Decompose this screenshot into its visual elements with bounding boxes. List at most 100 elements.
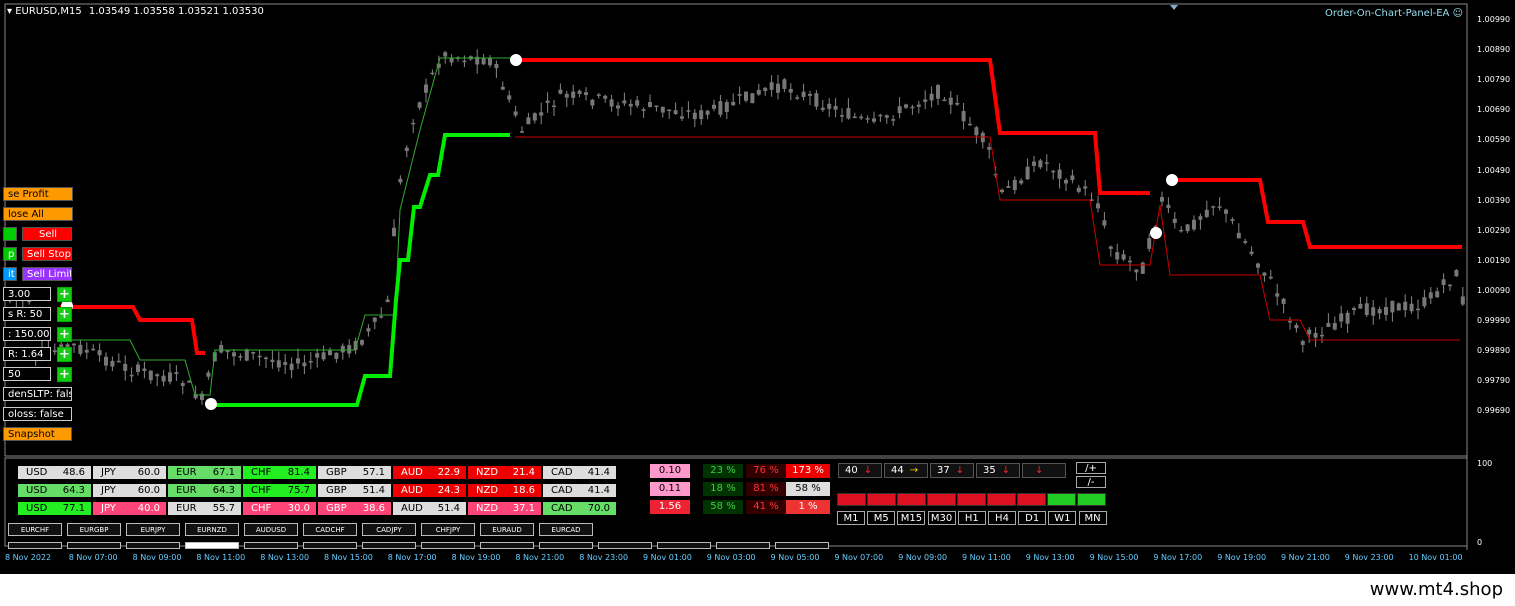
zoom-out-button[interactable]: /-: [1076, 476, 1106, 488]
candle-body: [686, 110, 691, 112]
pair-button[interactable]: EURGBP: [67, 523, 121, 536]
pair-button[interactable]: [185, 542, 239, 549]
sell-limit-button[interactable]: Sell Limit: [22, 267, 72, 281]
pair-button[interactable]: [598, 542, 652, 549]
pair-button[interactable]: CHFJPY: [421, 523, 475, 536]
chevron-down-icon[interactable]: ▾: [7, 6, 12, 17]
pair-button[interactable]: [244, 542, 298, 549]
pair-button[interactable]: [775, 542, 829, 549]
buy-stop-button[interactable]: p: [3, 247, 17, 261]
candle-body: [904, 104, 908, 108]
candle-body: [1281, 298, 1286, 304]
pair-button[interactable]: CADCHF: [303, 523, 357, 536]
timeframe-button-m15[interactable]: M15: [897, 511, 926, 525]
candle-body: [129, 374, 134, 377]
candle-body: [609, 99, 614, 107]
arrow-down-icon: ↓: [863, 465, 873, 476]
candle-body: [283, 362, 288, 365]
pair-button[interactable]: CADJPY: [362, 523, 416, 536]
plus-icon[interactable]: +: [57, 287, 72, 302]
chart-window: ▾ EURUSD,M15 1.03549 1.03558 1.03521 1.0…: [0, 0, 1515, 606]
pair-button[interactable]: [126, 542, 180, 549]
strength-cell: CHF 30.0: [243, 502, 316, 515]
risk-input[interactable]: s R: 50: [3, 307, 51, 321]
lots-input[interactable]: 3.00: [3, 287, 51, 301]
currency-code: AUD: [401, 467, 423, 478]
candle-body: [788, 88, 793, 93]
sell-stop-button[interactable]: Sell Stop: [22, 247, 72, 261]
signal-count-button[interactable]: 44 →: [884, 463, 928, 478]
hidden-sltp-toggle[interactable]: denSLTP: false: [3, 387, 72, 401]
plus-icon[interactable]: +: [57, 367, 72, 382]
candle-body: [916, 104, 921, 107]
close-all-button[interactable]: lose All: [3, 207, 73, 221]
candle-body: [1096, 203, 1100, 209]
candle-body: [1313, 332, 1318, 338]
timeframe-button-w1[interactable]: W1: [1048, 511, 1077, 525]
pair-button[interactable]: [8, 542, 62, 549]
buy-button[interactable]: [3, 227, 17, 241]
pair-button[interactable]: [539, 542, 593, 549]
time-tick-label: 9 Nov 09:00: [898, 553, 948, 562]
breakeven-toggle[interactable]: oloss: false: [3, 407, 72, 421]
time-tick-label: 8 Nov 07:00: [68, 553, 118, 562]
pair-button[interactable]: EURCAD: [539, 523, 593, 536]
pair-button[interactable]: EURNZD: [185, 523, 239, 536]
pair-button[interactable]: [657, 542, 711, 549]
candle-body: [1403, 301, 1408, 311]
sl-input[interactable]: : 150.00: [3, 327, 51, 341]
candle-body: [180, 383, 185, 386]
candle-body: [603, 95, 608, 99]
signal-count-button[interactable]: 35 ↓: [976, 463, 1020, 478]
close-profit-button[interactable]: se Profit: [3, 187, 73, 201]
candle-body: [148, 370, 153, 381]
signal-count-button[interactable]: 37 ↓: [930, 463, 974, 478]
currency-code: GBP: [326, 503, 347, 514]
strength-value: 40.0: [137, 503, 160, 514]
timeframe-button-h1[interactable]: H1: [957, 511, 986, 525]
strength-cell: GBP 57.1: [318, 466, 391, 479]
snapshot-button[interactable]: Snapshot: [3, 427, 72, 441]
pair-button[interactable]: EURCHF: [8, 523, 62, 536]
zoom-in-button[interactable]: /+: [1076, 462, 1106, 474]
candle-body: [846, 108, 851, 119]
candle-body: [1364, 303, 1369, 316]
plus-icon[interactable]: +: [57, 307, 72, 322]
pair-button[interactable]: [303, 542, 357, 549]
timeframe-button-h4[interactable]: H4: [988, 511, 1016, 525]
pair-button[interactable]: AUDUSD: [244, 523, 298, 536]
currency-code: AUD: [401, 485, 423, 496]
pair-button[interactable]: [421, 542, 475, 549]
candle-body: [78, 344, 83, 354]
pair-button[interactable]: [67, 542, 121, 549]
timeframe-button-m30[interactable]: M30: [927, 511, 956, 525]
candle-body: [884, 115, 889, 118]
timeframe-button-d1[interactable]: D1: [1018, 511, 1047, 525]
indicator-tick-label: 100: [1477, 459, 1493, 468]
pair-button[interactable]: EURJPY: [126, 523, 180, 536]
timeframe-button-m5[interactable]: M5: [867, 511, 896, 525]
sell-button[interactable]: Sell: [22, 227, 72, 241]
candle-body: [872, 118, 876, 122]
buy-limit-button[interactable]: it: [3, 267, 17, 281]
rr-input[interactable]: R: 1.64: [3, 347, 51, 361]
timeframe-button-m1[interactable]: M1: [837, 511, 865, 525]
strength-cell: NZD 21.4: [468, 466, 541, 479]
pair-button[interactable]: [362, 542, 416, 549]
candle-body: [526, 117, 531, 125]
signal-count-button[interactable]: ↓: [1022, 463, 1066, 478]
timeframe-button-mn[interactable]: MN: [1078, 511, 1107, 525]
candle-body: [929, 93, 934, 101]
tp-input[interactable]: 50: [3, 367, 51, 381]
pair-button[interactable]: [480, 542, 534, 549]
strength-value: 41.4: [587, 485, 610, 496]
candle-body: [481, 58, 486, 65]
candle-body: [724, 102, 729, 112]
pair-button[interactable]: EURAUD: [480, 523, 534, 536]
pair-button[interactable]: [716, 542, 770, 549]
signal-count-button[interactable]: 40 ↓: [838, 463, 882, 478]
candle-body: [923, 99, 928, 102]
plus-icon[interactable]: +: [57, 327, 72, 342]
candle-body: [1422, 297, 1427, 307]
plus-icon[interactable]: +: [57, 347, 72, 362]
